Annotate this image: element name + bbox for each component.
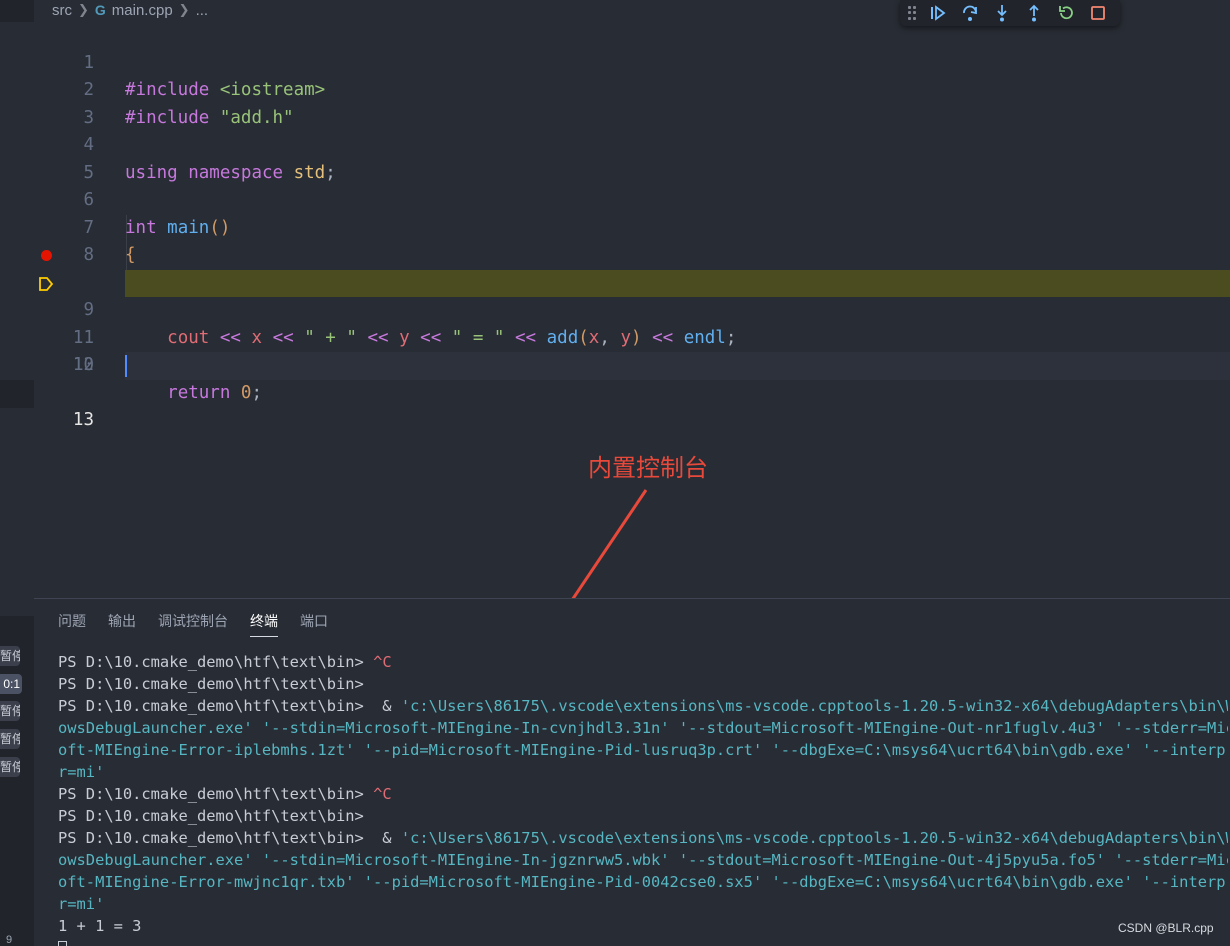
terminal-output[interactable]: PS D:\10.cmake_demo\htf\text\bin> ^C PS … bbox=[58, 651, 1228, 946]
sidebar-panel-top bbox=[0, 22, 34, 380]
terminal-line: owsDebugLauncher.exe' '--stdin=Microsoft… bbox=[58, 851, 1228, 869]
current-line-highlight bbox=[125, 352, 1230, 380]
code-line[interactable]: 4 using namespace std; bbox=[34, 105, 1230, 183]
code-editor[interactable]: 1 #include <iostream> 2 #include "add.h"… bbox=[34, 22, 1230, 430]
terminal-line: PS D:\10.cmake_demo\htf\text\bin> & 'c:\… bbox=[58, 697, 1228, 715]
tab-ports[interactable]: 端口 bbox=[300, 611, 328, 637]
tab-debug-console[interactable]: 调试控制台 bbox=[158, 611, 228, 637]
terminal-cursor-line[interactable] bbox=[58, 937, 1228, 946]
watermark: CSDN @BLR.cpp bbox=[1118, 921, 1214, 935]
code-line[interactable]: 9 cout << x << " + " << y << " = " << ad… bbox=[34, 242, 1230, 348]
tab-problems[interactable]: 问题 bbox=[58, 611, 86, 637]
breadcrumb-file[interactable]: main.cpp bbox=[112, 2, 173, 19]
terminal-line: PS D:\10.cmake_demo\htf\text\bin> ^C bbox=[58, 653, 392, 671]
terminal-line: r=mi' bbox=[58, 895, 105, 913]
tab-output[interactable]: 输出 bbox=[108, 611, 136, 637]
breadcrumb-symbol[interactable]: ... bbox=[196, 2, 209, 19]
breadcrumb: src ❯ G main.cpp ❯ ... bbox=[52, 0, 208, 20]
terminal-cursor bbox=[58, 941, 67, 946]
call-stack-state-badge[interactable]: 暂停 bbox=[0, 757, 20, 777]
terminal-line: PS D:\10.cmake_demo\htf\text\bin> & 'c:\… bbox=[58, 829, 1228, 847]
code-line[interactable]: 7 { bbox=[34, 187, 1230, 266]
chevron-right-icon: ❯ bbox=[78, 2, 89, 17]
terminal-line: r=mi' bbox=[58, 763, 105, 781]
step-out-icon[interactable] bbox=[1024, 3, 1044, 23]
terminal-line: PS D:\10.cmake_demo\htf\text\bin> ^C bbox=[58, 785, 392, 803]
call-stack-state-badge[interactable]: 暂停 bbox=[0, 729, 20, 749]
line-number: 13 bbox=[72, 410, 94, 430]
terminal-line: oft-MIEngine-Error-iplebmhs.1zt' '--pid=… bbox=[58, 741, 1228, 759]
breadcrumb-folder[interactable]: src bbox=[52, 2, 72, 19]
terminal-line: oft-MIEngine-Error-mwjnc1qr.txb' '--pid=… bbox=[58, 873, 1228, 891]
code-line[interactable]: 8 int x = 1, y = 1; bbox=[34, 215, 1230, 293]
bottom-panel: 问题 输出 调试控制台 终端 端口 PS D:\10.cmake_demo\ht… bbox=[34, 598, 1230, 946]
code-line[interactable]: 5 bbox=[34, 132, 1230, 183]
code-line[interactable]: 2 #include "add.h" bbox=[34, 50, 1230, 128]
code-line[interactable]: 3 bbox=[34, 77, 1230, 128]
restart-icon[interactable] bbox=[1056, 3, 1076, 23]
call-stack-state-badge[interactable]: 暂停 bbox=[0, 646, 20, 666]
execution-pointer-icon bbox=[39, 276, 54, 291]
code-line-current-execution[interactable]: 10 return 0; bbox=[34, 269, 1230, 403]
call-stack-position-badge[interactable]: 0:1 bbox=[0, 674, 22, 694]
sidebar-panel-middle bbox=[0, 408, 34, 616]
tab-terminal[interactable]: 终端 bbox=[250, 611, 278, 637]
terminal-line: PS D:\10.cmake_demo\htf\text\bin> bbox=[58, 675, 364, 693]
terminal-line: PS D:\10.cmake_demo\htf\text\bin> bbox=[58, 807, 364, 825]
code-line[interactable]: 1 #include <iostream> bbox=[34, 22, 1230, 101]
code-line[interactable]: 12 bbox=[34, 325, 1230, 375]
code-line[interactable]: 11 } bbox=[34, 297, 1230, 376]
code-line-cursor[interactable]: 13 bbox=[34, 352, 1230, 430]
drag-grip-icon[interactable] bbox=[908, 6, 916, 20]
sidebar-fragment-text: 9 bbox=[6, 934, 13, 946]
text-cursor bbox=[125, 355, 127, 377]
cpp-file-icon: G bbox=[94, 2, 106, 18]
step-into-icon[interactable] bbox=[992, 3, 1012, 23]
execution-highlight bbox=[125, 269, 1230, 297]
stop-icon[interactable] bbox=[1088, 3, 1108, 23]
code-line[interactable]: 6 int main() bbox=[34, 160, 1230, 238]
breakpoint-icon[interactable] bbox=[41, 250, 52, 261]
terminal-line: owsDebugLauncher.exe' '--stdin=Microsoft… bbox=[58, 719, 1228, 737]
program-output: 1 + 1 = 3 bbox=[58, 917, 142, 935]
step-over-icon[interactable] bbox=[960, 3, 980, 23]
continue-icon[interactable] bbox=[928, 3, 948, 23]
chevron-right-icon: ❯ bbox=[178, 2, 190, 17]
call-stack-state-badge[interactable]: 暂停 bbox=[0, 701, 20, 721]
left-sidebar-strip: 暂停 0:1 暂停 暂停 暂停 9 bbox=[0, 0, 34, 946]
annotation-label: 内置控制台 bbox=[588, 454, 708, 482]
panel-tabs: 问题 输出 调试控制台 终端 端口 bbox=[58, 611, 328, 637]
